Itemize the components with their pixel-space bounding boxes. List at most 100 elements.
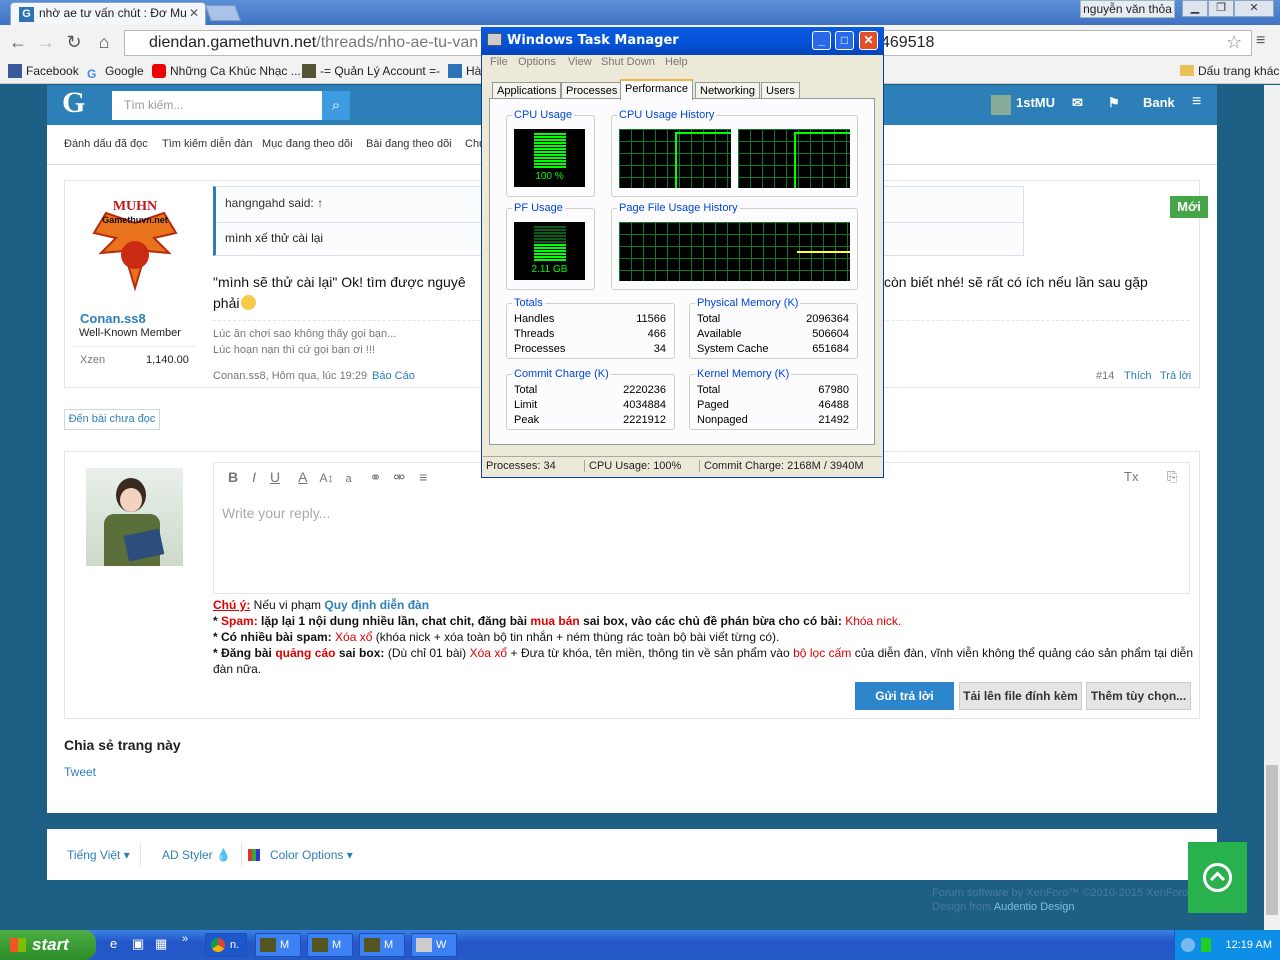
font-family-icon[interactable]: a <box>346 473 352 485</box>
credit-link[interactable]: Audentio Design <box>994 901 1075 913</box>
flag-icon[interactable]: ⚑ <box>1108 95 1120 111</box>
forward-icon[interactable]: → <box>34 30 58 54</box>
tm-close-icon[interactable]: ✕ <box>859 31 878 50</box>
post-reply-button[interactable]: Gửi trả lời <box>855 682 954 710</box>
minimize-icon[interactable]: ▁ <box>1182 0 1208 17</box>
menu-icon[interactable]: ≡ <box>1256 32 1265 50</box>
tab-processes[interactable]: Processes <box>561 82 623 99</box>
link-icon[interactable]: ⚭ <box>370 469 382 485</box>
tm-menu-file[interactable]: File <box>490 56 508 68</box>
taskbar-taskmgr[interactable]: W <box>411 933 457 957</box>
align-icon[interactable]: ≡ <box>419 469 427 485</box>
upload-attachment-button[interactable]: Tải lên file đính kèm <box>959 682 1082 710</box>
bold-icon[interactable]: B <box>228 469 238 485</box>
avatar[interactable] <box>991 95 1011 115</box>
cpu-bars-segment <box>534 151 566 153</box>
browser-tab[interactable]: Gnhờ ae tư vấn chút : Đơ Mu ✕ <box>10 2 206 25</box>
hamburger-icon[interactable]: ≡ <box>1192 93 1201 111</box>
post-meta[interactable]: Conan.ss8, Hôm qua, lúc 19:29 <box>213 370 367 382</box>
signature-line-1: Lúc ăn chơi sao không thấy gọi bạn... <box>213 328 397 340</box>
toggle-bbcode-icon[interactable]: ⎘ <box>1167 469 1177 485</box>
cpu-history-title: CPU Usage History <box>617 109 717 121</box>
tweet-link[interactable]: Tweet <box>64 765 96 779</box>
start-button[interactable]: start <box>0 930 96 960</box>
more-options-button[interactable]: Thêm tùy chọn... <box>1086 682 1191 710</box>
totals-row: Handles 11566 <box>514 312 666 327</box>
chevron-icon[interactable]: » <box>182 933 188 945</box>
mail-icon[interactable]: ✉ <box>1072 95 1083 111</box>
forum-logo[interactable]: G <box>62 86 85 120</box>
tm-menu-view[interactable]: View <box>568 56 592 68</box>
taskbar-mu-1[interactable]: M <box>255 933 301 957</box>
quote-author[interactable]: hangngahd said: ↑ <box>225 196 323 210</box>
scroll-to-top-button[interactable] <box>1188 842 1247 913</box>
search-forum-link[interactable]: Tìm kiếm diễn đàn <box>162 138 252 150</box>
underline-icon[interactable]: U <box>270 469 280 485</box>
restore-icon[interactable]: ❐ <box>1208 0 1234 17</box>
back-icon[interactable]: ← <box>6 30 30 54</box>
ie-icon[interactable]: e <box>110 936 117 951</box>
style-chooser[interactable]: AD Styler 💧 <box>152 843 242 867</box>
post-number[interactable]: #14 <box>1096 370 1114 382</box>
taskbar-mu-2[interactable]: M <box>307 933 353 957</box>
reply-editor[interactable]: B I U A A↕ a ⚭ ⚮ ≡ Tx ⎘ Write your reply... <box>213 462 1190 594</box>
bookmark-ha[interactable]: Hà <box>448 62 481 80</box>
search-icon[interactable]: ⌕ <box>322 91 350 120</box>
new-tab-button[interactable] <box>205 5 241 21</box>
unread-post-button[interactable]: Đến bài chưa đọc <box>64 409 160 430</box>
close-tab-icon[interactable]: ✕ <box>189 6 199 20</box>
watched-posts-link[interactable]: Bài đang theo dõi <box>366 138 452 150</box>
tm-menu-shutdown[interactable]: Shut Down <box>601 56 655 68</box>
tm-minimize-icon[interactable]: _ <box>812 31 831 50</box>
clear-format-icon[interactable]: Tx <box>1124 469 1138 484</box>
totals-table: Handles 11566 Threads 466 Processes 34 <box>514 312 666 357</box>
taskbar-chrome[interactable]: n. <box>205 933 247 957</box>
totals-value: 11566 <box>636 313 666 325</box>
credit-line-1: Forum software by XenForo™ ©2010-2015 Xe… <box>932 887 1189 899</box>
italic-icon[interactable]: I <box>252 469 256 485</box>
taskmgr-app-icon <box>487 33 502 46</box>
taskbar-mu-3[interactable]: M <box>359 933 405 957</box>
tm-menu-help[interactable]: Help <box>665 56 688 68</box>
like-link[interactable]: Thích <box>1124 370 1152 382</box>
bookmark-facebook[interactable]: Facebook <box>8 62 79 80</box>
browser-user-badge[interactable]: nguyễn văn thỏa <box>1080 0 1175 18</box>
user-link[interactable]: 1stMU <box>1016 95 1055 110</box>
language-chooser[interactable]: Tiếng Việt ▾ <box>57 843 141 867</box>
author-name[interactable]: Conan.ss8 <box>80 311 146 326</box>
reload-icon[interactable]: ↻ <box>62 30 86 54</box>
bookmark-other[interactable]: Dấu trang khác <box>1180 62 1279 80</box>
home-icon[interactable]: ⌂ <box>92 30 116 54</box>
font-size-icon[interactable]: A↕ <box>319 471 333 485</box>
bookmark-music[interactable]: Những Ca Khúc Nhạc ... <box>152 62 301 80</box>
tab-networking[interactable]: Networking <box>695 82 761 99</box>
page-scrollbar[interactable] <box>1264 85 1280 930</box>
chrome-icon <box>211 938 225 952</box>
tab-applications[interactable]: Applications <box>492 82 562 99</box>
app-quick-icon[interactable]: ▦ <box>155 936 167 952</box>
desktop-icon[interactable]: ▣ <box>132 936 144 952</box>
tab-performance[interactable]: Performance <box>620 79 693 100</box>
close-window-icon[interactable]: ✕ <box>1234 0 1274 17</box>
my-avatar[interactable] <box>86 468 183 566</box>
tm-maximize-icon[interactable]: □ <box>835 31 854 50</box>
watched-threads-link[interactable]: Mục đang theo dõi <box>262 138 353 150</box>
mark-read-link[interactable]: Đánh dấu đã đọc <box>64 138 148 150</box>
bank-link[interactable]: Bank <box>1143 95 1175 110</box>
search-input[interactable]: Tìm kiếm... <box>112 91 322 120</box>
windows-taskbar <box>0 930 1280 960</box>
quote-text: mình xế thử cài lại <box>225 231 324 245</box>
reply-link[interactable]: Trả lời <box>1160 370 1191 382</box>
bookmark-google[interactable]: G Google <box>87 62 144 81</box>
bookmark-account[interactable]: -= Quản Lý Account =- <box>302 62 440 80</box>
author-avatar[interactable]: MUHN Gamethuvn.net <box>86 193 184 293</box>
color-options[interactable]: Color Options ▾ <box>248 843 363 867</box>
report-link[interactable]: Báo Cáo <box>372 370 415 382</box>
text-color-icon[interactable]: A <box>298 469 307 485</box>
rules-link[interactable]: Quy định diễn đàn <box>324 598 429 612</box>
tab-users[interactable]: Users <box>761 82 800 99</box>
tm-menu-options[interactable]: Options <box>518 56 556 68</box>
unlink-icon[interactable]: ⚮ <box>393 469 405 485</box>
scrollbar-thumb[interactable] <box>1266 765 1278 915</box>
bookmark-star-icon[interactable]: ☆ <box>1226 32 1242 53</box>
